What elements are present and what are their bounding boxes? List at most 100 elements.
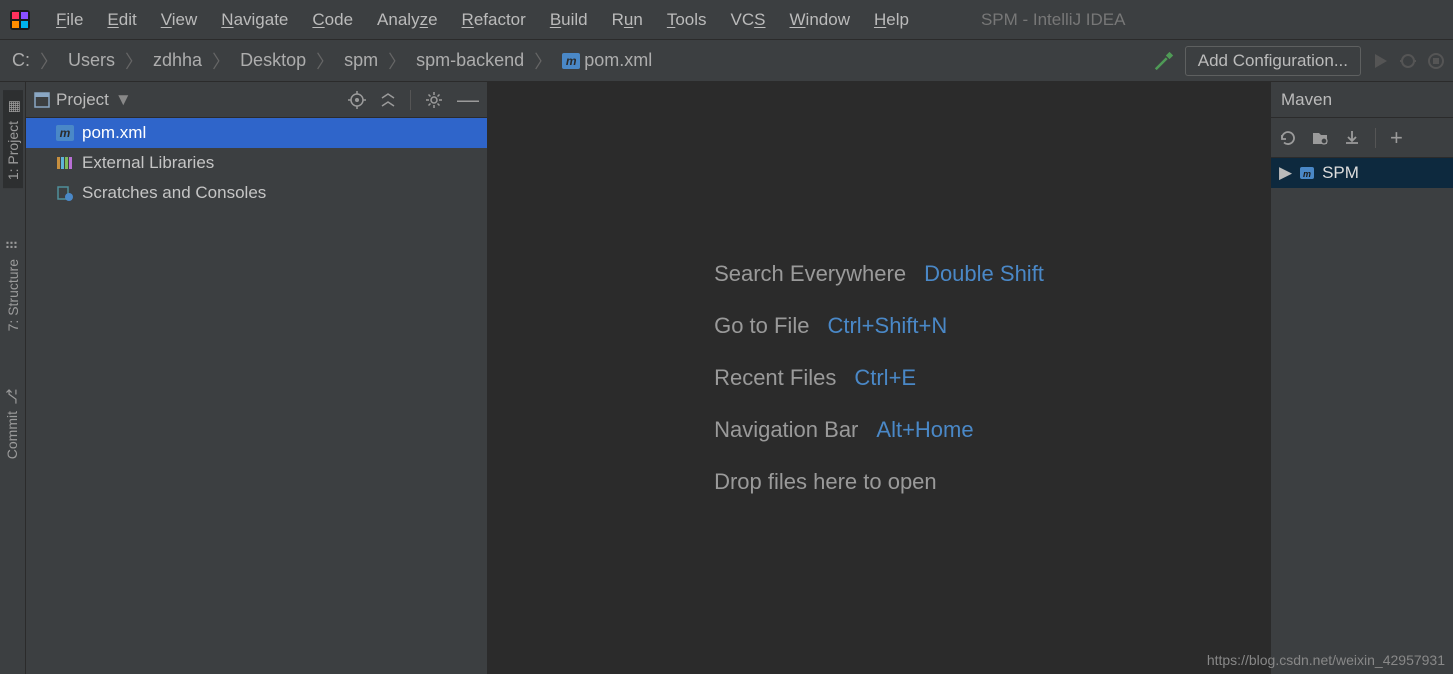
menu-code[interactable]: Code [300,6,365,34]
crumb-user[interactable]: zdhha [149,48,206,73]
window-title: SPM - IntelliJ IDEA [981,10,1126,30]
crumb-backend[interactable]: spm-backend [412,48,528,73]
tree-item-label: External Libraries [82,153,214,173]
hint-navigation-bar: Navigation Bar Alt+Home [714,417,1044,443]
maven-file-icon: m [56,125,74,141]
project-panel-title[interactable]: Project ▼ [34,90,132,110]
tree-item-external-libraries[interactable]: External Libraries [26,148,487,178]
menu-refactor[interactable]: Refactor [450,6,538,34]
build-icon[interactable] [1153,50,1175,72]
library-icon [56,155,74,171]
hint-label: Search Everywhere [714,261,906,287]
tree-item-pom[interactable]: m pom.xml [26,118,487,148]
hint-label: Recent Files [714,365,836,391]
hint-shortcut: Ctrl+Shift+N [827,313,947,339]
hint-goto-file: Go to File Ctrl+Shift+N [714,313,1044,339]
hint-shortcut: Ctrl+E [854,365,916,391]
hide-icon[interactable]: — [457,95,479,105]
tool-tab-project-label: 1: Project [5,121,21,180]
tree-item-label: pom.xml [82,123,146,143]
project-panel-tools: — [348,90,479,110]
crumb-desktop[interactable]: Desktop [236,48,310,73]
dropdown-triangle-icon: ▼ [115,90,132,110]
stop-icon[interactable] [1427,52,1445,70]
hint-search-everywhere: Search Everywhere Double Shift [714,261,1044,287]
chevron-right-icon: 〉 [532,48,554,74]
maven-panel-title: Maven [1271,82,1453,118]
generate-sources-icon[interactable] [1311,129,1329,147]
scratch-icon [56,185,74,201]
menu-navigate[interactable]: Navigate [209,6,300,34]
locate-icon[interactable] [348,91,366,109]
main-body: 1: Project ▦ 7: Structure ⠿ Commit ⎇ Pro… [0,82,1453,674]
add-configuration-button[interactable]: Add Configuration... [1185,46,1361,76]
hint-shortcut: Double Shift [924,261,1044,287]
crumb-spm[interactable]: spm [340,48,382,73]
menu-run[interactable]: Run [600,6,655,34]
tool-tab-structure[interactable]: 7: Structure ⠿ [3,228,23,339]
breadcrumb: C:〉 Users〉 zdhha〉 Desktop〉 spm〉 spm-back… [8,48,656,74]
collapse-all-icon[interactable] [380,92,396,108]
tree-item-label: Scratches and Consoles [82,183,266,203]
editor-empty-area[interactable]: Search Everywhere Double Shift Go to Fil… [488,82,1270,674]
menu-help[interactable]: Help [862,6,921,34]
crumb-pom-label: pom.xml [584,50,652,71]
project-panel-title-text: Project [56,90,109,110]
separator [410,90,411,110]
project-panel: Project ▼ — m pom.xml External Libraries [26,82,488,674]
watermark-text: https://blog.csdn.net/weixin_42957931 [1207,652,1445,668]
project-view-icon [34,92,50,108]
chevron-right-icon: 〉 [386,48,408,74]
drop-files-hint: Drop files here to open [714,469,1044,495]
tool-tab-commit[interactable]: Commit ⎇ [2,380,22,467]
crumb-drive[interactable]: C: [8,48,34,73]
download-sources-icon[interactable] [1343,129,1361,147]
hint-shortcut: Alt+Home [876,417,973,443]
menu-tools[interactable]: Tools [655,6,719,34]
app-logo-icon [8,8,32,32]
hint-label: Navigation Bar [714,417,858,443]
maven-module-icon: m [1298,165,1316,181]
chevron-right-icon: 〉 [210,48,232,74]
menu-analyze[interactable]: Analyze [365,6,450,34]
maven-panel: Maven + ▶ m SPM [1270,82,1453,674]
project-tree: m pom.xml External Libraries Scratches a… [26,118,487,208]
menu-file[interactable]: File [44,6,95,34]
add-icon[interactable]: + [1390,125,1403,151]
crumb-users[interactable]: Users [64,48,119,73]
menu-vcs[interactable]: VCS [719,6,778,34]
menu-edit[interactable]: Edit [95,6,148,34]
reload-icon[interactable] [1279,129,1297,147]
left-tool-gutter: 1: Project ▦ 7: Structure ⠿ Commit ⎇ [0,82,26,674]
maven-project-label: SPM [1322,163,1359,183]
commit-icon: ⎇ [4,388,21,404]
menu-window[interactable]: Window [778,6,862,34]
maven-toolbar: + [1271,118,1453,158]
hint-label: Go to File [714,313,809,339]
chevron-right-icon: 〉 [123,48,145,74]
menu-view[interactable]: View [149,6,210,34]
tree-item-scratches[interactable]: Scratches and Consoles [26,178,487,208]
editor-hints: Search Everywhere Double Shift Go to Fil… [714,261,1044,495]
main-menubar: File Edit View Navigate Code Analyze Ref… [0,0,1453,40]
gear-icon[interactable] [425,91,443,109]
maven-project-item[interactable]: ▶ m SPM [1271,158,1453,188]
chevron-right-icon: 〉 [38,48,60,74]
navigation-bar: C:〉 Users〉 zdhha〉 Desktop〉 spm〉 spm-back… [0,40,1453,82]
debug-icon[interactable] [1399,52,1417,70]
toolbar-right: Add Configuration... [1153,46,1445,76]
tool-tab-structure-label: 7: Structure [5,259,21,331]
menu-items: File Edit View Navigate Code Analyze Ref… [44,6,921,34]
crumb-pom[interactable]: mpom.xml [558,48,656,73]
run-icon[interactable] [1371,52,1389,70]
project-panel-header: Project ▼ — [26,82,487,118]
menu-build[interactable]: Build [538,6,600,34]
separator [1375,128,1376,148]
expand-triangle-icon: ▶ [1279,163,1292,183]
tool-tab-commit-label: Commit [4,411,20,459]
hint-recent-files: Recent Files Ctrl+E [714,365,1044,391]
project-icon: ▦ [4,100,21,113]
tool-tab-project[interactable]: 1: Project ▦ [3,90,23,188]
svg-text:m: m [1303,169,1311,179]
chevron-right-icon: 〉 [314,48,336,74]
